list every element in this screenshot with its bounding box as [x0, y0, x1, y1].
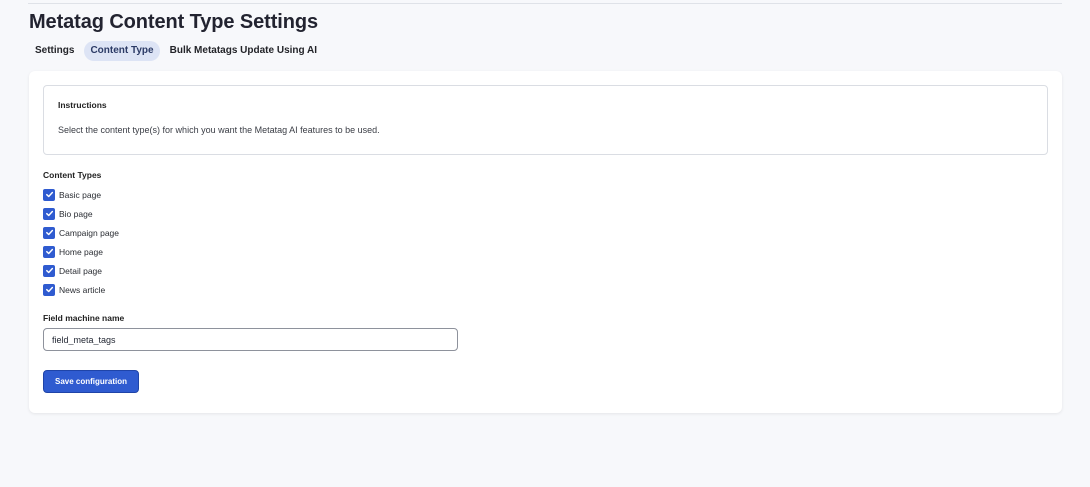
checkbox-news-article[interactable] — [43, 283, 55, 296]
instructions-text: Select the content type(s) for which you… — [58, 125, 380, 135]
checkbox-row-detail-page[interactable]: Detail page — [43, 261, 119, 280]
top-divider — [28, 3, 1062, 4]
content-types-label: Content Types — [43, 170, 102, 180]
checkmark-icon — [45, 191, 53, 198]
checkbox-label: Basic page — [59, 189, 102, 200]
tab-content-type[interactable]: Content Type — [84, 41, 160, 61]
tab-bar: Settings Content Type Bulk Metatags Upda… — [29, 41, 323, 61]
checkmark-icon — [45, 267, 53, 274]
checkbox-detail-page[interactable] — [43, 264, 55, 277]
checkbox-basic-page[interactable] — [43, 188, 55, 201]
checkbox-row-campaign-page[interactable]: Campaign page — [43, 223, 119, 242]
field-machine-name-input[interactable] — [43, 328, 458, 351]
tab-bulk-metatags-update[interactable]: Bulk Metatags Update Using AI — [164, 41, 323, 61]
checkbox-home-page[interactable] — [43, 245, 55, 258]
tab-settings[interactable]: Settings — [29, 41, 80, 61]
checkbox-label: Campaign page — [59, 227, 120, 238]
instructions-title: Instructions — [58, 100, 107, 110]
page-title: Metatag Content Type Settings — [29, 11, 318, 33]
settings-form-card: Instructions Select the content type(s) … — [29, 71, 1062, 413]
checkbox-bio-page[interactable] — [43, 207, 55, 220]
checkmark-icon — [45, 286, 53, 293]
instructions-panel: Instructions Select the content type(s) … — [43, 85, 1048, 155]
content-types-checkbox-list: Basic page Bio page Campaign page Home p… — [43, 185, 119, 299]
checkmark-icon — [45, 229, 53, 236]
checkbox-label: Home page — [59, 246, 103, 257]
checkbox-campaign-page[interactable] — [43, 226, 55, 239]
checkmark-icon — [45, 248, 53, 255]
field-machine-name-label: Field machine name — [43, 313, 125, 323]
checkbox-label: Bio page — [59, 208, 93, 219]
save-configuration-button[interactable]: Save configuration — [43, 370, 139, 393]
checkbox-row-basic-page[interactable]: Basic page — [43, 185, 119, 204]
checkbox-label: News article — [59, 284, 106, 295]
checkbox-label: Detail page — [59, 265, 103, 276]
checkbox-row-bio-page[interactable]: Bio page — [43, 204, 119, 223]
checkmark-icon — [45, 210, 53, 217]
checkbox-row-news-article[interactable]: News article — [43, 280, 119, 299]
checkbox-row-home-page[interactable]: Home page — [43, 242, 119, 261]
